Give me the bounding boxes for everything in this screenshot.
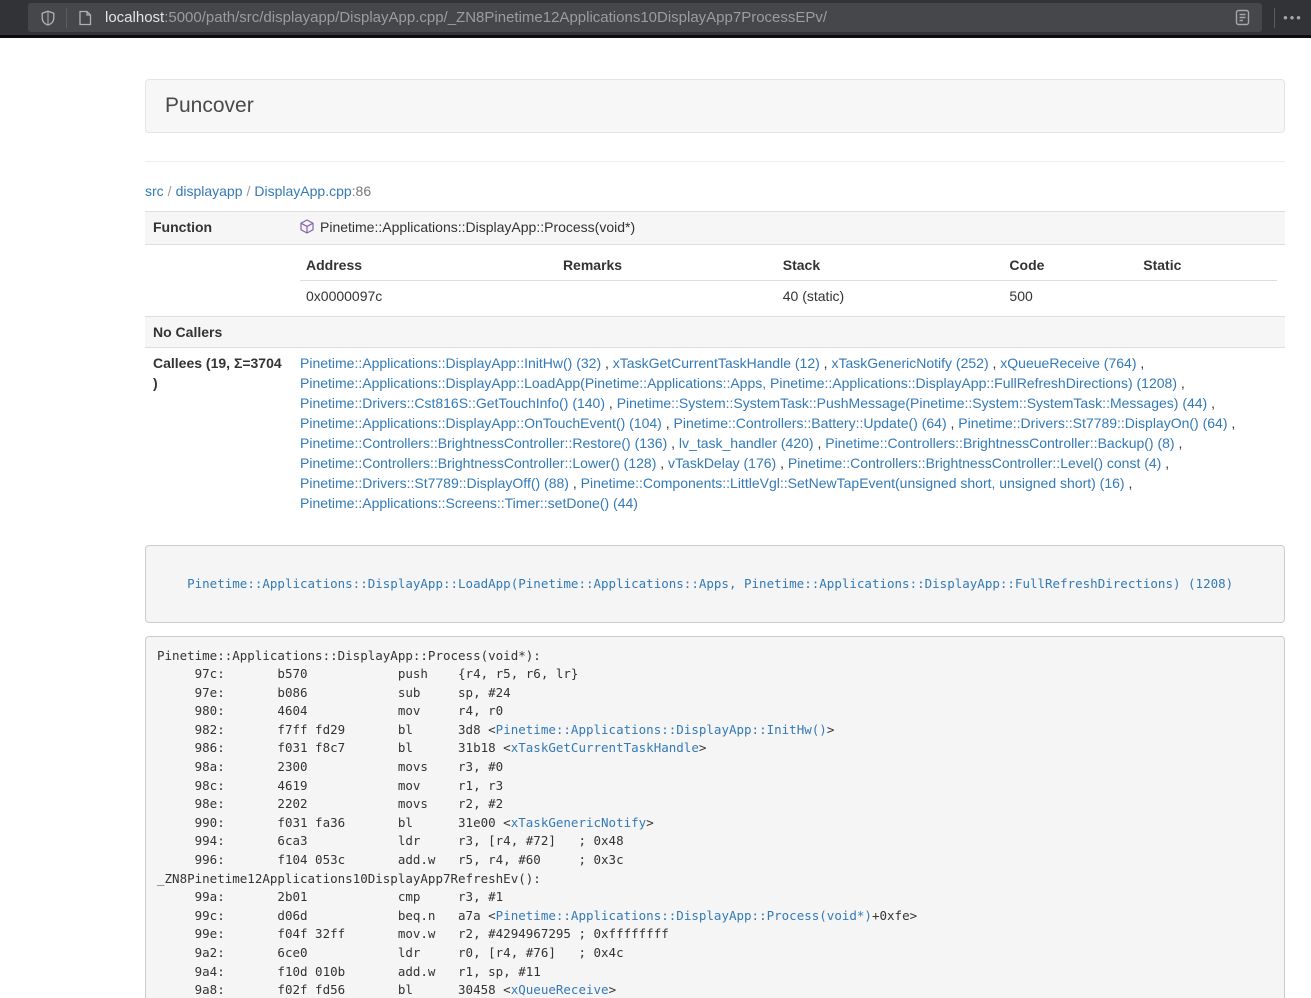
callee-link[interactable]: Pinetime::Drivers::St7789::DisplayOff() … [300,475,569,491]
page-title: Puncover [165,94,254,117]
function-row: Function Pinetime::Applications::Display… [145,212,1285,245]
browser-toolbar: localhost:5000/path/src/displayapp/Displ… [0,0,1311,35]
column-header-address: Address [300,250,557,281]
callee-separator: , [947,415,959,431]
remarks-value [557,281,777,312]
column-header-static: Static [1137,250,1277,281]
callee-link[interactable]: Pinetime::System::SystemTask::PushMessag… [617,395,1208,411]
callee-link[interactable]: xTaskGetCurrentTaskHandle (12) [613,355,820,371]
callee-separator: , [1136,355,1144,371]
callee-separator: , [1161,455,1169,471]
disassembly-symbol-link[interactable]: xQueueReceive [511,982,609,997]
callee-link[interactable]: Pinetime::Controllers::BrightnessControl… [825,435,1174,451]
no-callers-row: No Callers [145,317,1285,348]
callee-link[interactable]: Pinetime::Controllers::Battery::Update()… [674,415,947,431]
callee-link[interactable]: xQueueReceive (764) [1000,355,1136,371]
breadcrumb: src/displayapp/DisplayApp.cpp:86 [145,181,1285,201]
disassembly-listing: Pinetime::Applications::DisplayApp::Proc… [145,636,1285,998]
page-content: Puncover src/displayapp/DisplayApp.cpp:8… [145,79,1285,998]
callee-separator: , [569,475,581,491]
breadcrumb-src-link[interactable]: src [145,183,164,199]
callee-link[interactable]: Pinetime::Controllers::BrightnessControl… [300,435,667,451]
function-name: Pinetime::Applications::DisplayApp::Proc… [320,219,635,235]
callee-link[interactable]: Pinetime::Applications::Screens::Timer::… [300,495,638,511]
address-value: 0x0000097c [300,281,557,312]
callee-link[interactable]: Pinetime::Applications::DisplayApp::Init… [300,355,601,371]
app-header-panel: Puncover [145,79,1285,133]
page-icon[interactable] [73,6,97,30]
function-row-label: Function [145,212,292,245]
callee-separator: , [605,395,617,411]
callee-link[interactable]: Pinetime::Controllers::BrightnessControl… [300,455,656,471]
callee-link[interactable]: Pinetime::Drivers::Cst816S::GetTouchInfo… [300,395,605,411]
reader-mode-icon[interactable] [1230,6,1254,30]
toolbar-divider [66,8,67,28]
callee-link[interactable]: Pinetime::Applications::DisplayApp::Load… [300,375,1177,391]
column-header-code: Code [1003,250,1137,281]
no-callers-label: No Callers [145,317,292,348]
callee-separator: , [776,455,788,471]
function-details-row: Address Remarks Stack Code Static 0x0000… [145,245,1285,317]
disassembly-symbol-link[interactable]: xTaskGetCurrentTaskHandle [511,740,699,755]
callee-separator: , [1177,375,1185,391]
url-bar[interactable]: localhost:5000/path/src/displayapp/Displ… [28,3,1262,32]
function-table: Function Pinetime::Applications::Display… [145,211,1285,518]
callee-separator: , [662,415,674,431]
stack-value: 40 (static) [777,281,1004,312]
callee-separator: , [601,355,613,371]
breadcrumb-displayapp-link[interactable]: displayapp [176,183,243,199]
breadcrumb-file-link[interactable]: DisplayApp.cpp [254,183,351,199]
url-text: localhost:5000/path/src/displayapp/Displ… [105,9,1230,26]
callee-separator: , [1228,415,1236,431]
callee-link[interactable]: xTaskGenericNotify (252) [831,355,988,371]
code-value: 500 [1003,281,1137,312]
breadcrumb-separator: / [243,183,255,199]
breadcrumb-separator: / [164,183,176,199]
callees-label: Callees (19, Σ=3704 ) [145,348,292,519]
disassembly-symbol-link[interactable]: xTaskGenericNotify [511,815,646,830]
callee-separator: , [814,435,826,451]
function-details-table: Address Remarks Stack Code Static 0x0000… [300,250,1277,311]
callee-link[interactable]: Pinetime::Drivers::St7789::DisplayOn() (… [958,415,1227,431]
shield-icon[interactable] [36,6,60,30]
callees-row: Callees (19, Σ=3704 ) Pinetime::Applicat… [145,348,1285,519]
callees-list: Pinetime::Applications::DisplayApp::Init… [292,348,1285,519]
browser-chrome-edge [0,35,1311,38]
callee-link[interactable]: Pinetime::Components::LittleVgl::SetNewT… [581,475,1125,491]
static-value [1137,281,1277,312]
callee-link[interactable]: Pinetime::Controllers::BrightnessControl… [788,455,1161,471]
highlighted-symbol-link[interactable]: Pinetime::Applications::DisplayApp::Load… [187,576,1233,591]
url-host: localhost [105,9,164,26]
callee-separator: , [667,435,679,451]
toolbar-divider [1274,8,1275,28]
divider [145,161,1285,162]
callee-separator: , [820,355,832,371]
column-header-remarks: Remarks [557,250,777,281]
disassembly-symbol-link[interactable]: Pinetime::Applications::DisplayApp::Proc… [496,908,872,923]
url-path: :5000/path/src/displayapp/DisplayApp.cpp… [164,9,827,26]
callee-separator: , [989,355,1001,371]
column-header-stack: Stack [777,250,1004,281]
breadcrumb-line-number: :86 [352,183,371,199]
highlighted-symbol-box: Pinetime::Applications::DisplayApp::Load… [145,545,1285,623]
callee-separator: , [1125,475,1133,491]
callee-separator: , [1175,435,1183,451]
disassembly-symbol-link[interactable]: Pinetime::Applications::DisplayApp::Init… [496,722,827,737]
table-row: 0x0000097c 40 (static) 500 [300,281,1277,312]
callee-separator: , [1207,395,1215,411]
callee-separator: , [656,455,668,471]
callee-link[interactable]: lv_task_handler (420) [679,435,814,451]
meatball-menu-icon[interactable]: ••• [1281,6,1305,30]
callee-link[interactable]: vTaskDelay (176) [668,455,776,471]
callee-link[interactable]: Pinetime::Applications::DisplayApp::OnTo… [300,415,662,431]
symbol-cube-icon [300,219,314,239]
